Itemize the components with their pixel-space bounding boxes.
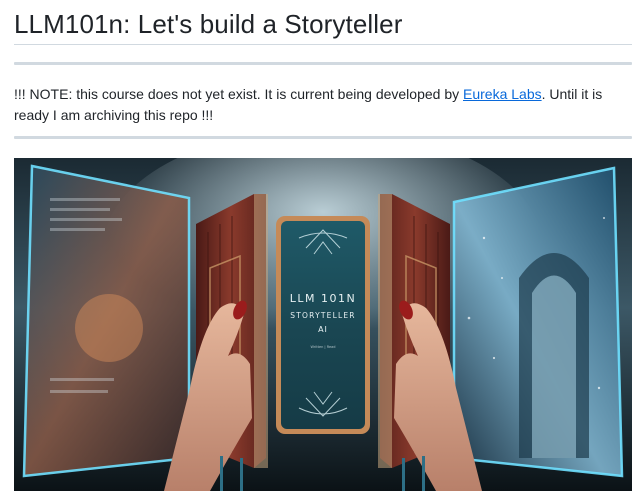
screen-ai-text: AI — [318, 325, 328, 334]
note-text-start: !!! NOTE: this course does not yet exist… — [14, 86, 463, 102]
hero-illustration: LLM 101N STORYTELLER AI Written | Read — [14, 158, 632, 491]
storyteller-hero-image: LLM 101N STORYTELLER AI Written | Read — [14, 158, 632, 491]
eureka-labs-link[interactable]: Eureka Labs — [463, 86, 542, 102]
screen-title-text: LLM 101N — [290, 292, 356, 305]
screen-small-text: Written | Read — [310, 345, 335, 349]
note-top-divider — [14, 62, 632, 65]
readme-content: LLM101n: Let's build a Storyteller !!! N… — [14, 0, 632, 491]
title-divider — [14, 44, 632, 45]
screen-subtitle-text: STORYTELLER — [290, 311, 355, 320]
page-title: LLM101n: Let's build a Storyteller — [14, 9, 403, 39]
note-bottom-divider — [14, 136, 632, 139]
note-paragraph: !!! NOTE: this course does not yet exist… — [14, 84, 632, 126]
